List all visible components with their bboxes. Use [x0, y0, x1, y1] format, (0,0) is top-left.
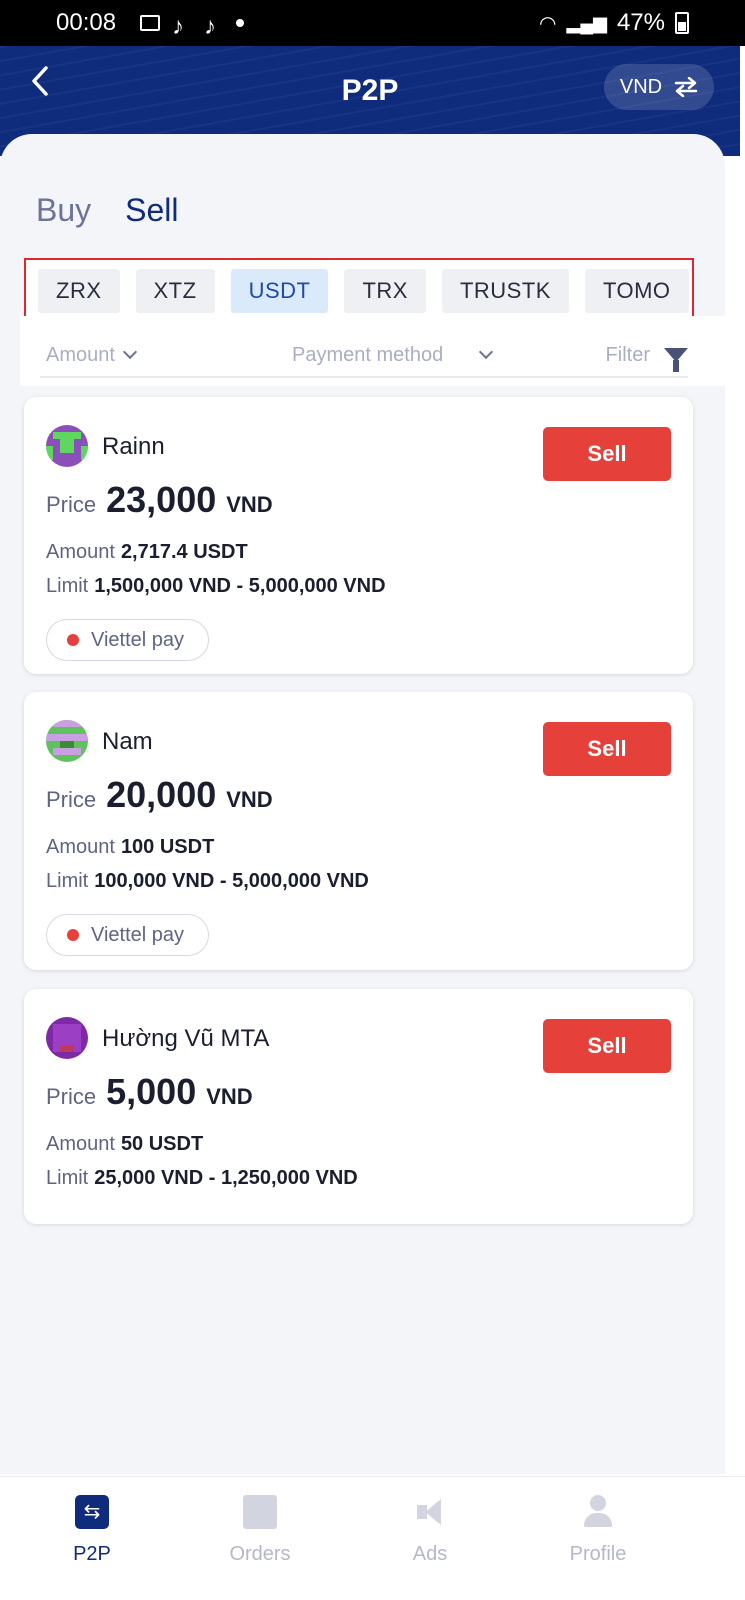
currency-label: VND	[619, 75, 663, 98]
price-currency: VND	[206, 1084, 253, 1109]
price-currency: VND	[226, 787, 273, 812]
offer-card: Rainn Sell Price 23,000 VND Amount 2,717…	[24, 397, 693, 674]
amount-value: 50 USDT	[120, 1133, 204, 1155]
bottom-nav: ⇆ P2P Orders Ads Profile	[0, 1476, 745, 1600]
price-value: 5,000	[106, 1071, 197, 1112]
limit-value: 25,000 VND - 1,250,000 VND	[94, 1167, 358, 1189]
limit-label: Limit	[46, 1167, 89, 1189]
limit-row: Limit 100,000 VND - 5,000,000 VND	[46, 870, 369, 893]
price-row: Price 5,000 VND	[46, 1071, 253, 1113]
price-label: Price	[46, 787, 97, 812]
limit-value: 1,500,000 VND - 5,000,000 VND	[94, 575, 386, 597]
megaphone-icon	[413, 1495, 447, 1529]
payment-method-filter-label: Payment method	[292, 343, 444, 366]
profile-icon	[581, 1495, 615, 1529]
swap-icon	[674, 77, 698, 97]
amount-label: Amount	[46, 1133, 115, 1155]
payment-method-label: Viettel pay	[91, 923, 185, 946]
coin-trx[interactable]: TRX	[344, 269, 426, 313]
trade-tabs: Buy Sell	[36, 192, 179, 229]
limit-value: 100,000 VND - 5,000,000 VND	[94, 870, 369, 892]
signal-icon: ▂▄▆	[566, 12, 607, 33]
amount-value: 100 USDT	[120, 836, 215, 858]
offer-card: Nam Sell Price 20,000 VND Amount 100 USD…	[24, 692, 693, 970]
chevron-down-icon	[479, 344, 494, 360]
sell-button[interactable]: Sell	[543, 1019, 671, 1073]
amount-row: Amount 100 USDT	[46, 836, 214, 859]
payment-method-filter[interactable]: Payment method	[292, 343, 494, 367]
payment-method-badge: Viettel pay	[46, 619, 210, 661]
limit-row: Limit 25,000 VND - 1,250,000 VND	[46, 1167, 358, 1190]
notification-dot-icon	[236, 19, 245, 27]
p2p-icon: ⇆	[75, 1495, 109, 1529]
gallery-icon	[140, 15, 161, 31]
price-currency: VND	[226, 492, 273, 517]
nav-item-profile[interactable]: Profile	[538, 1495, 658, 1566]
amount-label: Amount	[46, 836, 115, 858]
nav-label-orders: Orders	[229, 1543, 291, 1565]
user-name[interactable]: Nam	[102, 728, 153, 756]
status-time: 00:08	[56, 9, 117, 36]
amount-row: Amount 2,717.4 USDT	[46, 541, 248, 564]
user-name[interactable]: Rainn	[102, 433, 165, 461]
amount-label: Amount	[46, 541, 115, 563]
filter-bar: Amount Payment method Filter	[20, 316, 725, 386]
wifi-icon: ◠	[539, 12, 557, 35]
limit-row: Limit 1,500,000 VND - 5,000,000 VND	[46, 575, 386, 598]
limit-label: Limit	[46, 870, 89, 892]
price-label: Price	[46, 1084, 97, 1109]
price-value: 23,000	[106, 479, 217, 520]
tiktok-icon: ♪	[172, 13, 185, 40]
chevron-down-icon	[122, 344, 138, 360]
amount-filter-label: Amount	[46, 343, 115, 366]
nav-item-orders[interactable]: Orders	[200, 1495, 320, 1566]
sell-button[interactable]: Sell	[543, 722, 671, 776]
coin-usdt[interactable]: USDT	[230, 269, 329, 313]
filter-button[interactable]: Filter	[605, 343, 688, 372]
price-value: 20,000	[106, 774, 217, 815]
offer-card: Hường Vũ MTA Sell Price 5,000 VND Amount…	[24, 989, 693, 1224]
price-label: Price	[46, 492, 97, 517]
amount-row: Amount 50 USDT	[46, 1133, 203, 1156]
coin-zrx[interactable]: ZRX	[38, 269, 120, 313]
currency-switch-button[interactable]: VND	[604, 64, 714, 110]
orders-icon	[243, 1495, 277, 1529]
amount-filter[interactable]: Amount	[46, 343, 138, 367]
amount-value: 2,717.4 USDT	[120, 541, 248, 563]
coin-xtz[interactable]: XTZ	[135, 269, 215, 313]
avatar	[46, 425, 88, 467]
tab-buy[interactable]: Buy	[36, 192, 91, 229]
payment-method-label: Viettel pay	[91, 628, 185, 651]
sell-button[interactable]: Sell	[543, 427, 671, 481]
funnel-icon	[664, 348, 688, 372]
battery-level: 47%	[616, 9, 665, 36]
limit-label: Limit	[46, 575, 89, 597]
nav-item-p2p[interactable]: ⇆ P2P	[32, 1495, 152, 1566]
coin-selector: ZRX XTZ USDT TRX TRUSTK TOMO	[24, 258, 694, 324]
coin-trustk[interactable]: TRUSTK	[441, 269, 569, 313]
avatar	[46, 720, 88, 762]
nav-item-ads[interactable]: Ads	[370, 1495, 490, 1566]
nav-label-p2p: P2P	[73, 1543, 111, 1565]
status-dot-icon	[67, 929, 79, 941]
user-name[interactable]: Hường Vũ MTA	[102, 1025, 269, 1053]
filter-label: Filter	[605, 343, 650, 366]
nav-label-profile: Profile	[569, 1543, 627, 1565]
coin-tomo[interactable]: TOMO	[584, 269, 689, 313]
tiktok-icon: ♪	[204, 13, 217, 40]
price-row: Price 23,000 VND	[46, 479, 273, 521]
avatar	[46, 1017, 88, 1059]
status-bar: 00:08 ♪ ♪ ◠ ▂▄▆ 47%	[0, 0, 745, 46]
status-dot-icon	[67, 634, 79, 646]
tab-sell[interactable]: Sell	[125, 192, 178, 229]
payment-method-badge: Viettel pay	[46, 914, 210, 956]
price-row: Price 20,000 VND	[46, 774, 273, 816]
nav-label-ads: Ads	[412, 1543, 448, 1565]
battery-icon	[675, 12, 689, 34]
